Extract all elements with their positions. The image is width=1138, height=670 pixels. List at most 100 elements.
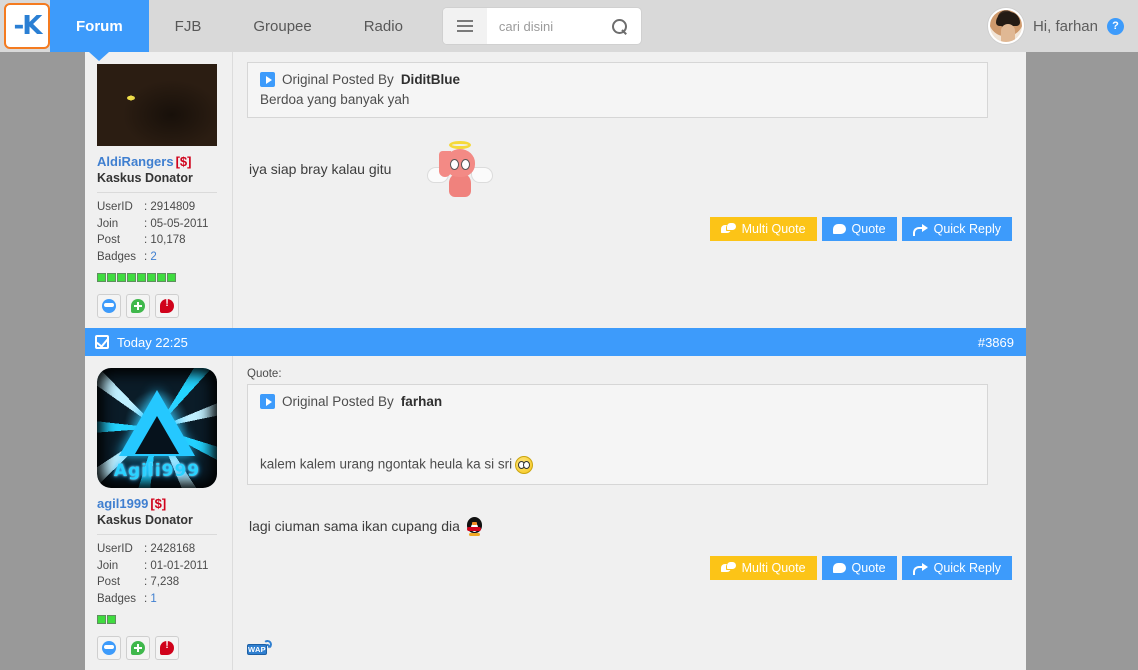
author-stat-join-key: Join [97,559,119,572]
author-stat-post-key: Post [97,234,121,246]
author-stat-post: Post: 7,238 [97,574,232,591]
plus-bubble-icon [131,641,145,655]
triangle-glyph-icon [119,390,195,456]
donator-badge: [$] [150,496,167,511]
avatar-nickname: Agili999 [113,461,201,481]
author-stat-join-key: Join [97,217,119,230]
quote-play-icon [260,394,275,409]
report-post-button[interactable] [155,294,179,318]
smiley-icon [102,641,116,655]
give-reputation-button[interactable] [126,294,150,318]
shocked-emoticon [515,456,534,474]
post-item: Agili999 agil1999 [$] Kaskus Donator User… [85,356,1026,670]
quick-reply-button-label: Quick Reply [933,561,1001,575]
author-stat-join-value: 05-05-2011 [150,217,209,230]
author-stat-userid-value: 2914809 [150,201,196,213]
user-greeting: Hi, farhan [1032,17,1098,35]
divider [97,192,217,193]
reputation-bar [97,273,232,282]
quick-reply-button[interactable]: Quick Reply [901,217,1012,241]
quote-button-label: Quote [851,222,886,236]
thread-content-panel: AldiRangers [$] Kaskus Donator UserID: 29… [85,52,1026,670]
post-author-sidebar: Agili999 agil1999 [$] Kaskus Donator User… [85,356,233,670]
nav-tab-groupee[interactable]: Groupee [227,0,337,52]
nav-tab-radio-label: Radio [363,17,403,35]
bubble-icon [832,562,846,574]
author-title: Kaskus Donator [97,513,193,527]
quote-header-user[interactable]: farhan [401,394,442,409]
multi-quote-button[interactable]: Multi Quote [709,217,817,241]
palestine-flag-face-avatar[interactable] [97,64,217,146]
reply-arrow-icon [913,562,928,574]
report-post-button[interactable] [155,636,179,660]
help-icon[interactable]: ? [1107,17,1124,35]
quote-button[interactable]: Quote [821,217,897,241]
post-number[interactable]: #3869 [978,335,1014,350]
author-stat-badges-key: Badges [97,592,137,605]
quote-body: kalem kalem urang ngontak heula ka si sr… [260,456,975,474]
quote-button[interactable]: Quote [821,556,897,580]
quick-reply-button[interactable]: Quick Reply [901,556,1012,580]
author-stat-userid: UserID: 2914809 [97,199,232,216]
author-stat-post-key: Post [97,576,121,588]
warning-bubble-icon [160,639,174,655]
penguin-emoticon [465,516,484,536]
bubble-icon [832,223,846,235]
quote-play-icon [260,72,275,87]
quote-header-prefix: Original Posted By [282,72,394,87]
wap-icon: WAP [247,639,273,656]
multi-quote-button[interactable]: Multi Quote [709,556,817,580]
quote-header: Original Posted By DiditBlue [260,72,975,87]
send-message-button[interactable] [97,294,121,318]
author-action-icons [97,636,232,660]
author-stat-badges-value[interactable]: 1 [150,593,156,605]
author-name-link[interactable]: AldiRangers [97,154,174,169]
multi-bubble-icon [720,223,736,235]
top-navigation-bar: -K Forum FJB Groupee Radio Hi, farhan ? [0,0,1138,52]
search-input[interactable] [486,8,599,44]
quote-block: Original Posted By DiditBlue Berdoa yang… [247,62,988,118]
user-menu[interactable]: Hi, farhan ? [987,8,1138,44]
donator-badge: [$] [175,154,192,169]
post-action-buttons: Multi Quote Quote Quick Reply [241,217,1012,251]
author-stat-join-value: 01-01-2011 [150,559,209,572]
nav-tab-fjb[interactable]: FJB [149,0,228,52]
author-stat-badges: Badges: 2 [97,249,232,266]
post-message: iya siap bray kalau gitu [249,141,1012,197]
quote-body: Berdoa yang banyak yah [260,92,410,107]
search-submit-button[interactable] [599,8,641,44]
plus-bubble-icon [131,299,145,313]
nav-tab-radio[interactable]: Radio [338,0,429,52]
search-group [442,8,641,44]
reputation-bar [97,615,232,624]
warning-bubble-icon [160,297,174,313]
author-name-row: AldiRangers [$] [97,154,232,169]
list-menu-icon [456,20,473,32]
author-stat-userid-key: UserID [97,201,133,213]
wap-icon-label: WAP [247,644,267,655]
avatar [987,8,1024,44]
author-stat-badges-key: Badges [97,250,137,263]
nav-tab-fjb-label: FJB [174,17,202,35]
give-reputation-button[interactable] [126,636,150,660]
author-name-link[interactable]: agil1999 [97,496,148,511]
author-stat-join: Join: 01-01-2011 [97,558,232,575]
post-body: Original Posted By DiditBlue Berdoa yang… [233,52,1026,328]
author-name-row: agil1999 [$] [97,496,232,511]
post-select-checkbox[interactable] [95,335,109,349]
kaskus-logo[interactable]: -K [4,3,50,49]
search-category-button[interactable] [442,8,487,44]
author-stat-join: Join: 05-05-2011 [97,216,232,233]
post-message: lagi ciuman sama ikan cupang dia [249,516,1012,536]
send-message-button[interactable] [97,636,121,660]
post-message-text: iya siap bray kalau gitu [249,161,392,177]
nav-tab-forum[interactable]: Forum [50,0,149,52]
author-stat-badges-value[interactable]: 2 [150,251,156,263]
author-stat-post-value: 7,238 [150,576,180,588]
quote-header-user[interactable]: DiditBlue [401,72,460,87]
post-body: Quote: Original Posted By farhan kalem k… [233,356,1026,670]
post-message-text: lagi ciuman sama ikan cupang dia [249,518,460,534]
author-title: Kaskus Donator [97,171,193,185]
angel-emoticon [425,141,495,197]
agil1999-tech-avatar[interactable]: Agili999 [97,368,217,488]
